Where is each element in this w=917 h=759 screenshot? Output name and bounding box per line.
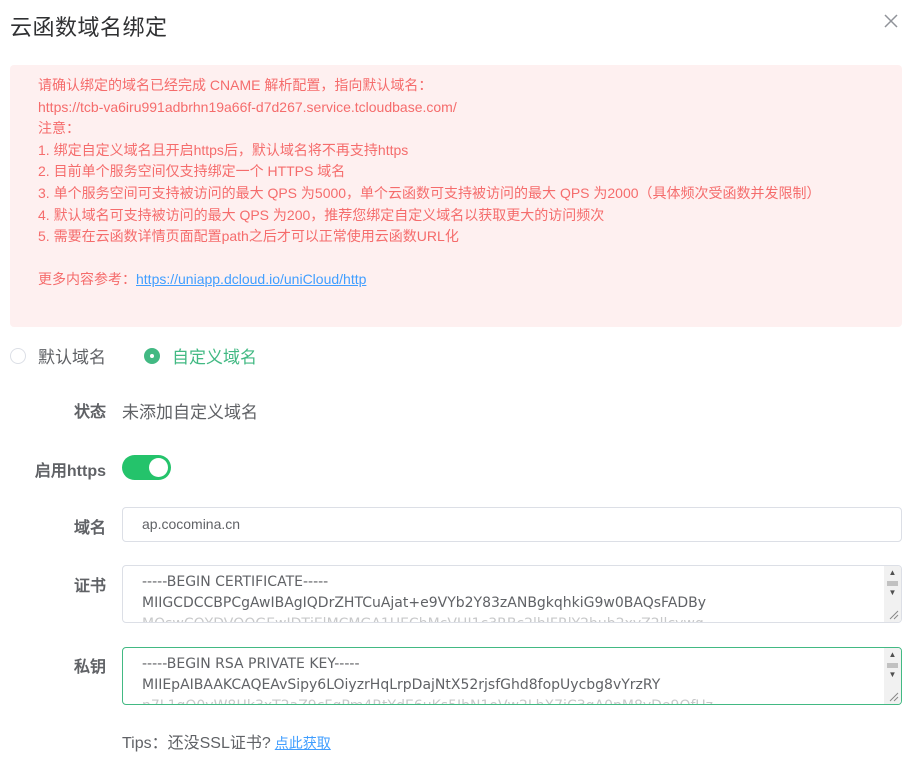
key-line: -----BEGIN RSA PRIVATE KEY----- <box>142 656 360 672</box>
alert-line: 2. 目前单个服务空间仅支持绑定一个 HTTPS 域名 <box>38 163 346 180</box>
toggle-knob <box>149 458 168 477</box>
status-label: 状态 <box>73 404 106 421</box>
resize-grip-icon[interactable] <box>887 690 899 702</box>
private-key-label: 私钥 <box>73 659 106 676</box>
key-content: -----BEGIN RSA PRIVATE KEY----- MIIEpAIB… <box>142 654 877 704</box>
domain-type-radio-group: 默认域名 自定义域名 <box>10 343 295 368</box>
status-value: 未添加自定义域名 <box>122 403 258 422</box>
alert-line: 注意： <box>38 120 80 137</box>
cert-label: 证书 <box>73 578 106 595</box>
cert-textarea[interactable]: -----BEGIN CERTIFICATE----- MIIGCDCCBPCg… <box>122 565 902 623</box>
scroll-up-icon[interactable]: ▲ <box>884 648 901 662</box>
tips-text: Tips：还没SSL证书? <box>122 735 271 752</box>
close-icon[interactable] <box>880 10 902 32</box>
alert-line: 5. 需要在云函数详情页面配置path之后才可以正常使用云函数URL化 <box>38 228 459 245</box>
radio-default-domain[interactable]: 默认域名 <box>10 343 106 368</box>
scroll-up-icon[interactable]: ▲ <box>884 566 901 580</box>
alert-more-prefix: 更多内容参考： <box>38 271 136 288</box>
alert-line: 1. 绑定自定义域名且开启https后，默认域名将不再支持https <box>38 141 409 158</box>
dialog-title: 云函数域名绑定 <box>10 15 168 40</box>
docs-link[interactable]: https://uniapp.dcloud.io/uniCloud/http <box>136 271 366 287</box>
resize-grip-icon[interactable] <box>887 608 899 620</box>
domain-label: 域名 <box>73 520 106 537</box>
alert-line: 请确认绑定的域名已经完成 CNAME 解析配置，指向默认域名： <box>38 77 433 93</box>
key-line: MIIEpAIBAAKCAQEAvSipy6LOiyzrHqLrpDajNtX5… <box>142 677 661 693</box>
cname-notice-alert: 请确认绑定的域名已经完成 CNAME 解析配置，指向默认域名： https://… <box>10 65 902 327</box>
private-key-textarea[interactable]: -----BEGIN RSA PRIVATE KEY----- MIIEpAIB… <box>122 647 902 705</box>
cert-content: -----BEGIN CERTIFICATE----- MIIGCDCCBPCg… <box>142 572 877 622</box>
cert-line: MQswCQYDVQQGEwJDTjElMCMGA1UEChMcVHJ1c3RB… <box>142 614 877 622</box>
alert-more-info: 更多内容参考：https://uniapp.dcloud.io/uniCloud… <box>38 269 902 291</box>
ssl-tips: Tips：还没SSL证书? 点此获取 <box>122 729 331 753</box>
radio-unchecked-icon[interactable] <box>10 347 26 364</box>
https-toggle[interactable] <box>122 455 171 480</box>
scroll-down-icon[interactable]: ▼ <box>884 668 901 682</box>
key-line: n7L1gQ0vW8Hk3xT2aZ9cFqPm4RtYdE6uKs5JbN1o… <box>142 696 877 704</box>
alert-default-domain: https://tcb-va6iru991adbrhn19a66f-d7d267… <box>38 98 457 115</box>
domain-input[interactable]: ap.cocomina.cn <box>122 507 902 542</box>
radio-label[interactable]: 自定义域名 <box>172 343 257 368</box>
radio-label[interactable]: 默认域名 <box>38 343 106 368</box>
cert-line: MIIGCDCCBPCgAwIBAgIQDrZHTCuAjat+e9VYb2Y8… <box>142 595 707 611</box>
alert-line: 4. 默认域名可支持被访问的最大 QPS 为200，推荐您绑定自定义域名以获取更… <box>38 206 605 223</box>
alert-line: 3. 单个服务空间可支持被访问的最大 QPS 为5000，单个云函数可支持被访问… <box>38 184 821 201</box>
radio-custom-domain[interactable]: 自定义域名 <box>144 343 257 368</box>
radio-checked-icon[interactable] <box>144 347 160 364</box>
cert-line: -----BEGIN CERTIFICATE----- <box>142 574 329 590</box>
scroll-down-icon[interactable]: ▼ <box>884 586 901 600</box>
https-label: 启用https <box>34 463 106 480</box>
get-ssl-link[interactable]: 点此获取 <box>275 735 331 751</box>
